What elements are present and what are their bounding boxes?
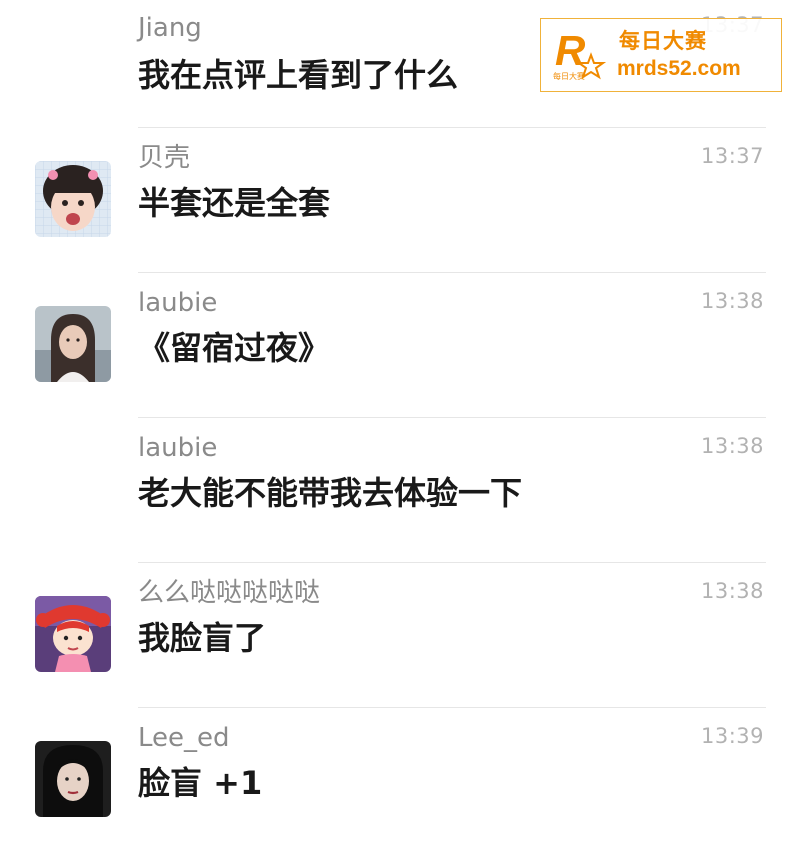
message-time: 13:39	[700, 724, 764, 748]
chat-message[interactable]: 么么哒哒哒哒哒 13:38 我脸盲了	[0, 563, 800, 708]
message-text[interactable]: 我在点评上看到了什么	[138, 55, 458, 95]
message-text[interactable]: 老大能不能带我去体验一下	[138, 473, 522, 513]
message-text[interactable]: 我脸盲了	[138, 618, 266, 658]
woman-photo-avatar[interactable]	[35, 306, 111, 382]
sender-name[interactable]: 贝壳	[138, 143, 190, 173]
dark-portrait-avatar[interactable]	[35, 741, 111, 817]
sender-name[interactable]: laubie	[138, 433, 217, 463]
message-time: 13:38	[700, 289, 764, 313]
site-watermark: R 每日大赛 每日大赛 mrds52.com	[540, 18, 782, 92]
chat-message[interactable]: laubie 13:38 老大能不能带我去体验一下	[0, 418, 800, 563]
logo-small-text: 每日大赛	[553, 71, 585, 81]
chat-message[interactable]: Lee_ed 13:39 脸盲 +1	[0, 708, 800, 853]
message-text[interactable]: 脸盲 +1	[138, 763, 262, 803]
child-photo-avatar[interactable]	[35, 161, 111, 237]
sender-name[interactable]: 么么哒哒哒哒哒	[138, 578, 320, 608]
sender-name[interactable]: laubie	[138, 288, 217, 318]
message-text[interactable]: 《留宿过夜》	[138, 328, 330, 368]
watermark-url: mrds52.com	[617, 57, 741, 80]
sender-name[interactable]: Jiang	[138, 13, 202, 43]
chat-message[interactable]: 贝壳 13:37 半套还是全套	[0, 128, 800, 273]
cartoon-girl-avatar[interactable]	[35, 596, 111, 672]
sender-name[interactable]: Lee_ed	[138, 723, 230, 753]
message-text[interactable]: 半套还是全套	[138, 183, 330, 223]
message-time: 13:38	[700, 579, 764, 603]
site-logo-icon: R 每日大赛	[551, 25, 609, 87]
chat-message[interactable]: laubie 13:38 《留宿过夜》	[0, 273, 800, 418]
chat-feed: Jiang 13:37 我在点评上看到了什么	[0, 0, 800, 853]
watermark-title: 每日大赛	[619, 29, 707, 53]
message-time: 13:38	[700, 434, 764, 458]
message-time: 13:37	[700, 144, 764, 168]
logo-letter: R	[555, 27, 586, 74]
